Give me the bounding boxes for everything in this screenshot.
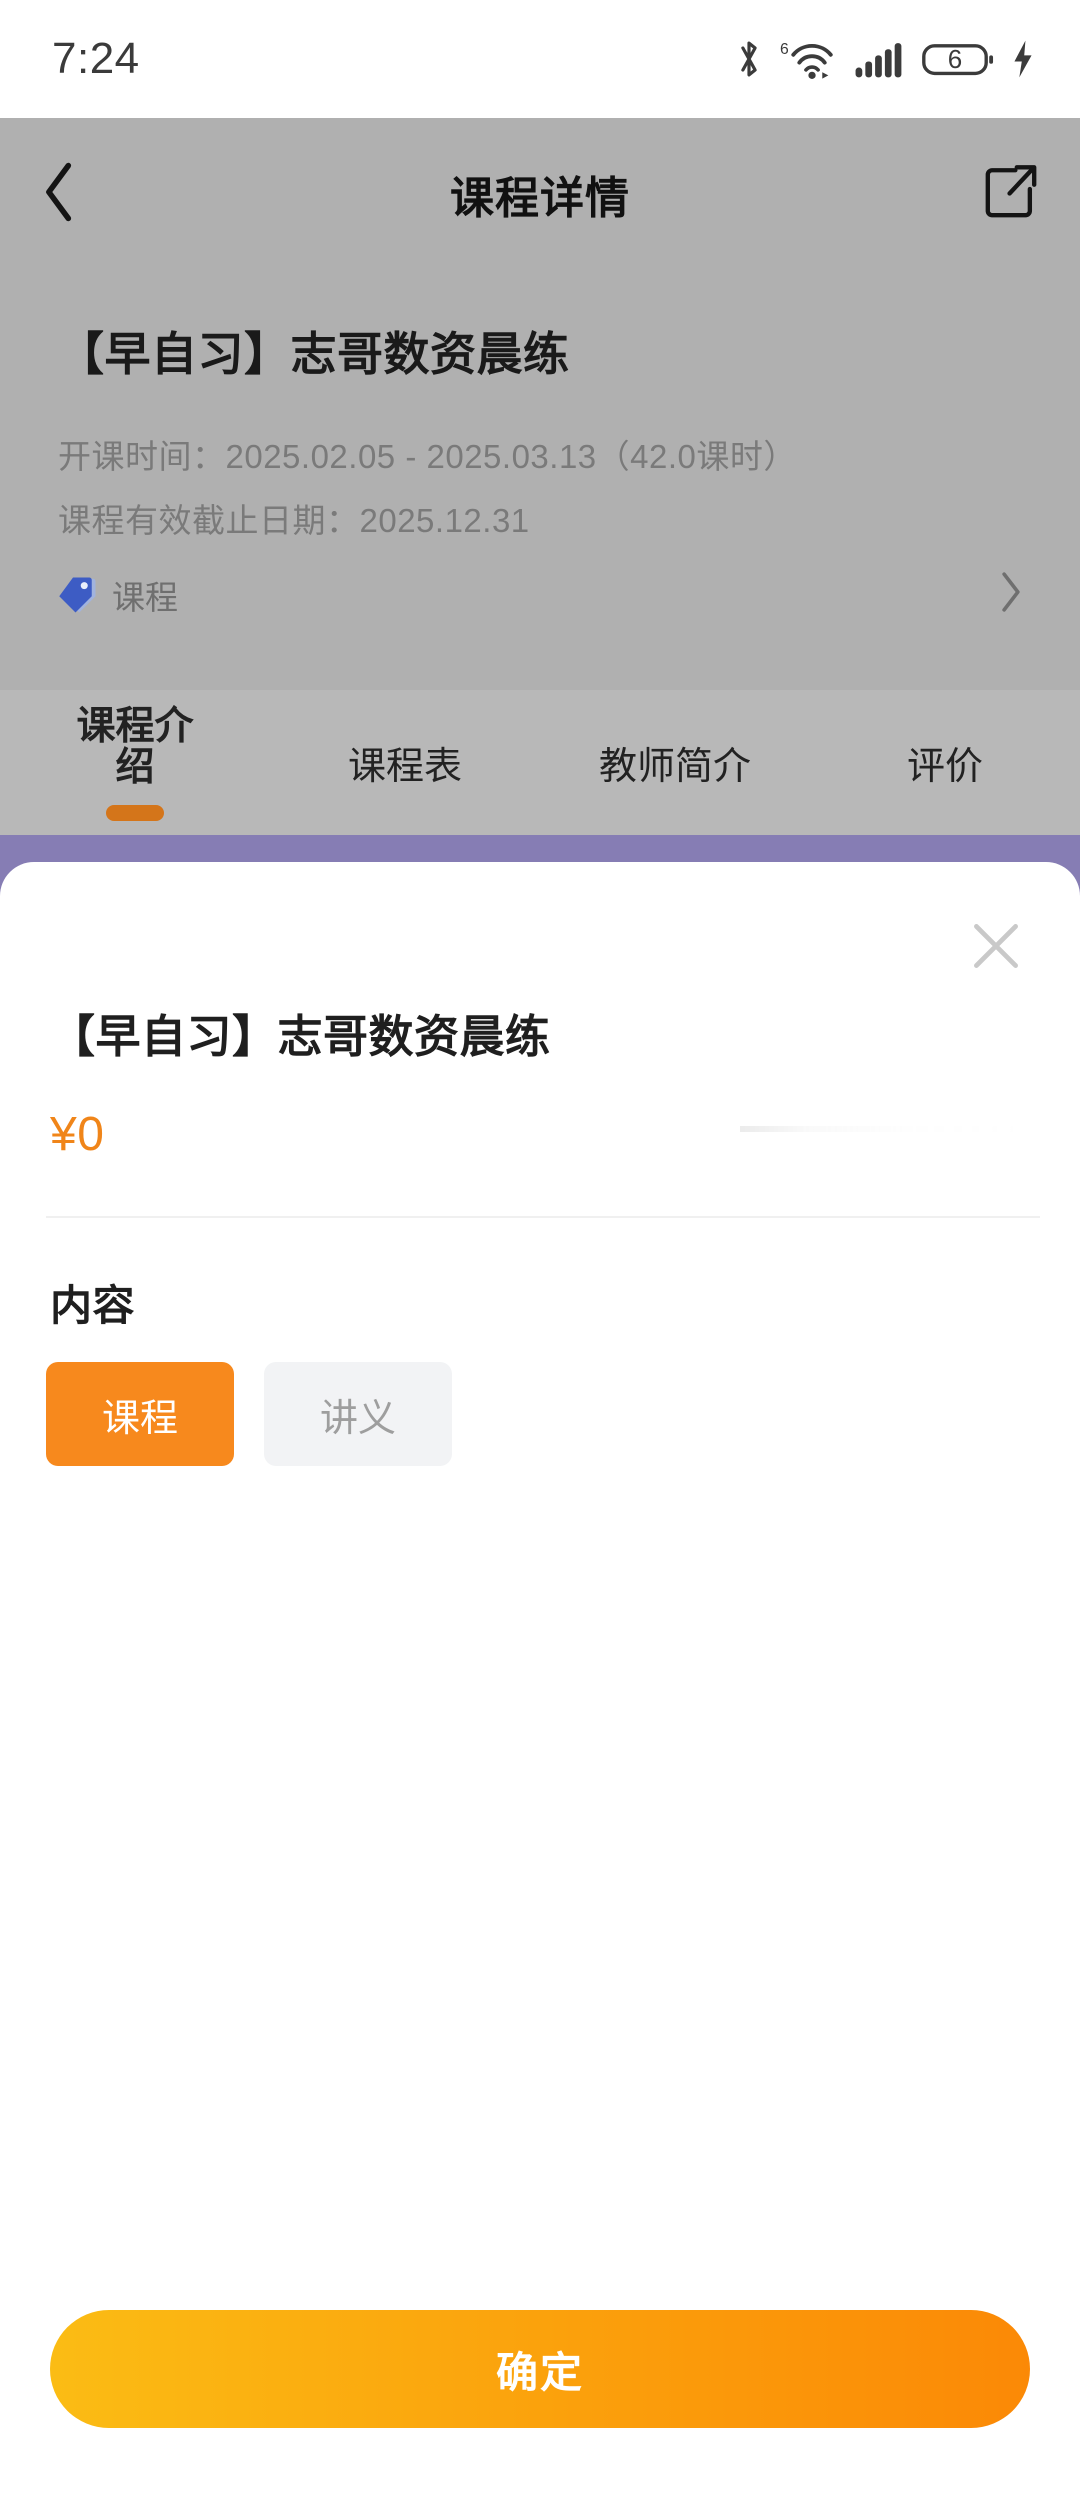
chip-label: 课程 — [101, 1397, 178, 1440]
wifi-6-icon: 6 — [780, 37, 838, 81]
chevron-right-icon — [998, 570, 1024, 619]
close-button[interactable] — [946, 898, 1046, 998]
tab-label: 课程介绍 — [76, 705, 194, 790]
course-expiry-line: 课程有效截止日期：2025.12.31 — [58, 502, 530, 539]
close-icon — [968, 918, 1024, 979]
app-screen: 7:24 6 6 课程详情 【早自习】志哥数资晨练 开课时间：2025.02.0… — [0, 0, 1080, 2504]
chip-course[interactable]: 课程 — [46, 1362, 234, 1466]
course-tag-label: 课程 — [112, 578, 178, 616]
chevron-left-icon — [40, 160, 80, 229]
course-schedule-line: 开课时间：2025.02.05 - 2025.03.13（42.0课时） — [58, 438, 797, 475]
course-tag-row[interactable]: 课程 — [58, 570, 1028, 619]
tab-course-intro[interactable]: 课程介绍 — [0, 690, 270, 835]
page-title: 课程详情 — [450, 174, 630, 223]
sheet-divider — [46, 1216, 1040, 1218]
bluetooth-icon — [734, 37, 764, 81]
chip-label: 讲义 — [319, 1397, 396, 1440]
price-row: ¥0 — [50, 1094, 1030, 1174]
tab-label: 课程表 — [347, 746, 462, 788]
battery-icon: 6 — [922, 37, 994, 81]
status-bar: 7:24 6 6 — [0, 0, 1080, 118]
status-bar-icons: 6 6 — [734, 37, 1036, 81]
course-info-panel: 【早自习】志哥数资晨练 开课时间：2025.02.05 - 2025.03.13… — [0, 270, 1080, 690]
sheet-course-title: 【早自习】志哥数资晨练 — [50, 1011, 551, 1062]
cellular-signal-icon — [854, 37, 906, 81]
app-header: 课程详情 — [0, 118, 1080, 270]
svg-text:6: 6 — [780, 41, 789, 58]
price-ghost-placeholder — [740, 1108, 1030, 1160]
content-section-title: 内容 — [50, 1282, 136, 1329]
tab-reviews[interactable]: 评价 — [810, 690, 1080, 835]
course-tabs: 课程介绍 课程表 教师简介 评价 — [0, 690, 1080, 835]
tab-teacher-intro[interactable]: 教师简介 — [540, 690, 810, 835]
external-link-icon — [982, 163, 1040, 226]
price-value: ¥0 — [50, 1107, 105, 1161]
course-title: 【早自习】志哥数资晨练 — [58, 328, 570, 380]
share-button[interactable] — [960, 154, 1040, 234]
confirm-button[interactable]: 确定 — [50, 2310, 1030, 2428]
battery-level-label: 6 — [947, 43, 963, 74]
charging-bolt-icon — [1010, 37, 1036, 81]
tab-label: 评价 — [906, 746, 983, 788]
content-type-chips: 课程 讲义 — [46, 1362, 452, 1466]
back-button[interactable] — [40, 154, 120, 234]
tab-label: 教师简介 — [598, 746, 751, 788]
confirm-button-label: 确定 — [495, 2348, 584, 2396]
tag-icon — [58, 575, 98, 615]
tab-course-schedule[interactable]: 课程表 — [270, 690, 540, 835]
tab-active-indicator — [106, 805, 164, 821]
chip-handout[interactable]: 讲义 — [264, 1362, 452, 1466]
status-bar-clock: 7:24 — [52, 34, 140, 83]
